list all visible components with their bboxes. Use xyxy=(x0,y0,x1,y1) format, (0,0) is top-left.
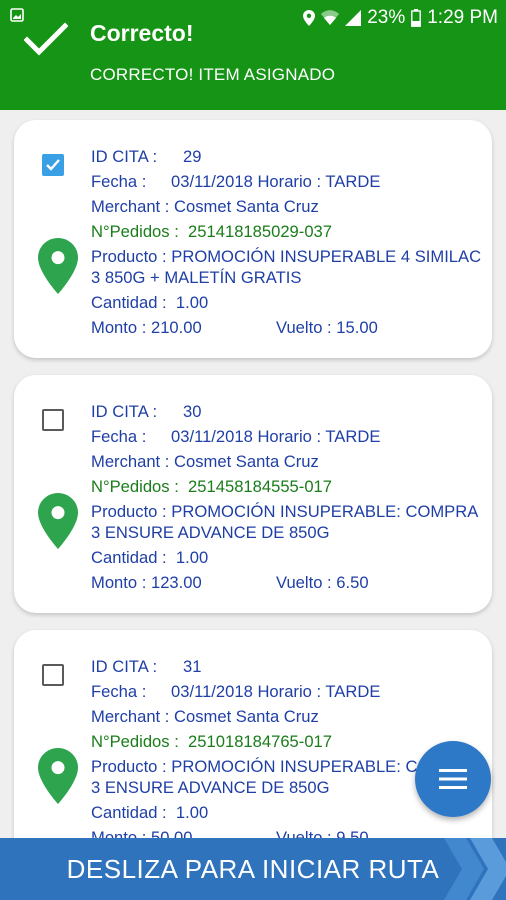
image-notification-icon xyxy=(10,8,24,22)
fecha-value: 03/11/2018 Horario : TARDE xyxy=(171,682,381,701)
merchant-label: Merchant : xyxy=(91,197,170,216)
appointment-card[interactable]: ID CITA : 31 Fecha : 03/11/2018 Horario : … xyxy=(14,630,492,838)
item-checkbox[interactable] xyxy=(42,154,64,176)
cantidad-label: Cantidad : xyxy=(91,803,167,822)
producto-label: Producto : xyxy=(91,757,167,776)
status-bar: 23% 1:29 PM xyxy=(303,6,498,30)
battery-icon xyxy=(411,9,422,27)
id-cita-label: ID CITA : xyxy=(91,147,158,166)
item-checkbox[interactable] xyxy=(42,409,64,431)
item-checkbox[interactable] xyxy=(42,664,64,686)
cantidad-value: 1.00 xyxy=(175,803,209,822)
location-pin-icon[interactable] xyxy=(38,493,78,554)
location-status-icon xyxy=(303,10,316,26)
pedidos-value: 251018184765-017 xyxy=(188,732,333,751)
fecha-value: 03/11/2018 Horario : TARDE xyxy=(171,427,381,446)
slide-label: DESLIZA PARA INICIAR RUTA xyxy=(66,854,440,884)
monto-label: Monto : xyxy=(91,573,147,592)
toast-title: Correcto! xyxy=(90,20,194,46)
monto-value: 50.00 xyxy=(150,828,193,838)
fecha-label: Fecha : xyxy=(91,172,147,191)
menu-fab-button[interactable] xyxy=(415,741,491,817)
cantidad-value: 1.00 xyxy=(175,293,209,312)
id-cita-label: ID CITA : xyxy=(91,657,158,676)
pedidos-value: 251418185029-037 xyxy=(188,222,333,241)
pedidos-label: N°Pedidos : xyxy=(91,732,179,751)
merchant-value: Cosmet Santa Cruz xyxy=(174,197,319,216)
id-cita-value: 31 xyxy=(183,657,202,676)
cantidad-label: Cantidad : xyxy=(91,293,167,312)
pedidos-value: 251458184555-017 xyxy=(188,477,333,496)
merchant-label: Merchant : xyxy=(91,452,170,471)
id-cita-value: 29 xyxy=(183,147,202,166)
merchant-label: Merchant : xyxy=(91,707,170,726)
appointment-list[interactable]: ID CITA : 29 Fecha : 03/11/2018 Horario : … xyxy=(0,110,506,838)
toast-message: CORRECTO! ITEM ASIGNADO xyxy=(90,65,336,84)
fecha-value: 03/11/2018 Horario : TARDE xyxy=(171,172,381,191)
signal-icon xyxy=(345,10,362,26)
fecha-label: Fecha : xyxy=(91,427,147,446)
producto-label: Producto : xyxy=(91,502,167,521)
cantidad-value: 1.00 xyxy=(175,548,209,567)
pedidos-label: N°Pedidos : xyxy=(91,222,179,241)
appointment-card[interactable]: ID CITA : 30 Fecha : 03/11/2018 Horario : … xyxy=(14,375,492,613)
vuelto: Vuelto : 15.00 xyxy=(276,318,378,337)
check-icon xyxy=(23,22,69,63)
appointment-card[interactable]: ID CITA : 29 Fecha : 03/11/2018 Horario : … xyxy=(14,120,492,358)
fecha-label: Fecha : xyxy=(91,682,147,701)
monto-label: Monto : xyxy=(91,318,147,337)
vuelto: Vuelto : 9.50 xyxy=(276,828,369,838)
monto-label: Monto : xyxy=(91,828,147,838)
chevrons-right-icon xyxy=(440,838,506,900)
slide-to-start-route[interactable]: DESLIZA PARA INICIAR RUTA xyxy=(0,838,506,900)
merchant-value: Cosmet Santa Cruz xyxy=(174,707,319,726)
id-cita-value: 30 xyxy=(183,402,202,421)
cantidad-label: Cantidad : xyxy=(91,548,167,567)
battery-percent: 23% xyxy=(367,7,406,28)
producto-label: Producto : xyxy=(91,247,167,266)
vuelto: Vuelto : 6.50 xyxy=(276,573,369,592)
clock: 1:29 PM xyxy=(427,7,498,28)
wifi-icon xyxy=(321,10,340,26)
merchant-value: Cosmet Santa Cruz xyxy=(174,452,319,471)
id-cita-label: ID CITA : xyxy=(91,402,158,421)
monto-value: 210.00 xyxy=(150,318,202,337)
location-pin-icon[interactable] xyxy=(38,238,78,299)
location-pin-icon[interactable] xyxy=(38,748,78,809)
header-banner: 23% 1:29 PM Correcto! CORRECTO! ITEM ASI… xyxy=(0,0,506,110)
pedidos-label: N°Pedidos : xyxy=(91,477,179,496)
monto-value: 123.00 xyxy=(150,573,202,592)
